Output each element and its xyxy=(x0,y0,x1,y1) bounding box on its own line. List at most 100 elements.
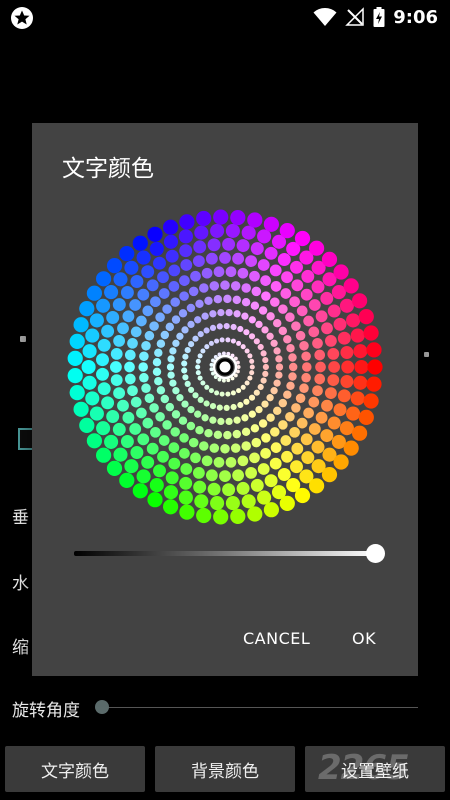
color-dot[interactable] xyxy=(290,460,303,474)
color-dot[interactable] xyxy=(244,348,250,354)
color-dot[interactable] xyxy=(124,373,136,385)
color-dot[interactable] xyxy=(314,373,326,385)
color-dot[interactable] xyxy=(266,413,275,422)
color-dot[interactable] xyxy=(201,312,209,320)
color-dot[interactable] xyxy=(165,249,179,263)
color-dot[interactable] xyxy=(315,411,328,424)
color-dot[interactable] xyxy=(312,337,323,349)
color-dot[interactable] xyxy=(154,376,163,386)
color-dot[interactable] xyxy=(263,216,279,232)
color-dot[interactable] xyxy=(155,312,165,322)
color-dot[interactable] xyxy=(244,380,250,386)
color-dot[interactable] xyxy=(129,299,142,311)
color-dot[interactable] xyxy=(225,223,240,238)
color-dot[interactable] xyxy=(147,226,163,242)
color-dot[interactable] xyxy=(280,288,292,299)
color-dot[interactable] xyxy=(167,371,175,379)
color-dot[interactable] xyxy=(82,344,97,359)
color-dot[interactable] xyxy=(216,404,223,411)
color-dot[interactable] xyxy=(156,386,166,395)
color-dot[interactable] xyxy=(130,396,142,408)
color-dot[interactable] xyxy=(213,294,223,304)
color-dot[interactable] xyxy=(142,417,154,429)
color-dot[interactable] xyxy=(144,330,155,341)
color-dot[interactable] xyxy=(302,362,312,372)
color-dot[interactable] xyxy=(101,324,115,338)
color-dot[interactable] xyxy=(346,406,361,421)
color-dot[interactable] xyxy=(358,409,374,425)
color-dot[interactable] xyxy=(188,437,199,448)
color-dot[interactable] xyxy=(168,281,180,292)
color-dot[interactable] xyxy=(106,460,123,476)
color-dot[interactable] xyxy=(324,387,337,400)
color-dot[interactable] xyxy=(277,468,291,481)
color-dot[interactable] xyxy=(160,394,170,404)
color-dot[interactable] xyxy=(195,364,201,370)
color-dot[interactable] xyxy=(261,433,271,443)
color-dot[interactable] xyxy=(129,423,142,435)
color-dot[interactable] xyxy=(311,280,325,294)
brightness-slider-track[interactable] xyxy=(74,551,376,556)
color-dot[interactable] xyxy=(262,357,269,364)
color-dot[interactable] xyxy=(120,286,134,299)
color-dot[interactable] xyxy=(171,315,181,324)
color-dot[interactable] xyxy=(112,298,126,312)
color-dot[interactable] xyxy=(230,403,237,411)
color-dot[interactable] xyxy=(176,394,184,402)
color-dot[interactable] xyxy=(260,275,271,286)
color-dot[interactable] xyxy=(250,478,264,492)
color-dot[interactable] xyxy=(96,447,112,463)
color-dot[interactable] xyxy=(333,454,349,470)
color-dot[interactable] xyxy=(73,317,89,333)
color-dot[interactable] xyxy=(249,270,260,282)
color-dot[interactable] xyxy=(141,455,155,469)
color-dot[interactable] xyxy=(120,435,134,448)
color-dot[interactable] xyxy=(195,425,204,435)
color-dot[interactable] xyxy=(327,304,341,318)
color-dot[interactable] xyxy=(192,335,199,342)
color-dot[interactable] xyxy=(245,255,258,268)
color-dot[interactable] xyxy=(290,260,303,274)
color-dot[interactable] xyxy=(163,499,179,515)
color-dot[interactable] xyxy=(320,291,334,305)
color-dot[interactable] xyxy=(341,360,355,374)
color-dot[interactable] xyxy=(199,441,209,451)
background-color-button[interactable]: 背景颜色 xyxy=(155,746,295,792)
color-dot[interactable] xyxy=(232,295,242,305)
color-dot[interactable] xyxy=(303,407,314,419)
color-dot[interactable] xyxy=(113,272,128,287)
color-dot[interactable] xyxy=(188,341,195,348)
color-dot[interactable] xyxy=(253,389,260,396)
color-dot[interactable] xyxy=(333,264,349,280)
color-dot[interactable] xyxy=(150,296,161,308)
color-dot[interactable] xyxy=(264,246,278,260)
color-dot[interactable] xyxy=(245,466,258,479)
color-dot[interactable] xyxy=(179,291,189,301)
color-dot[interactable] xyxy=(150,426,161,438)
color-dot[interactable] xyxy=(255,405,263,414)
color-dot[interactable] xyxy=(165,322,175,332)
color-dot[interactable] xyxy=(162,304,172,314)
color-dot[interactable] xyxy=(136,407,147,419)
color-dot[interactable] xyxy=(223,294,232,304)
color-dot[interactable] xyxy=(281,271,293,284)
brightness-slider-thumb[interactable] xyxy=(366,544,385,563)
color-dot[interactable] xyxy=(261,326,269,334)
color-dot[interactable] xyxy=(266,394,274,402)
color-dot[interactable] xyxy=(194,410,202,418)
color-dot[interactable] xyxy=(312,385,323,397)
color-dot[interactable] xyxy=(122,411,135,424)
color-dot[interactable] xyxy=(194,316,202,324)
color-dot[interactable] xyxy=(186,303,196,313)
color-dot[interactable] xyxy=(141,265,155,279)
color-dot[interactable] xyxy=(166,363,175,371)
color-dot[interactable] xyxy=(144,393,155,404)
color-dot[interactable] xyxy=(106,311,120,324)
color-dot[interactable] xyxy=(315,310,328,323)
color-dot[interactable] xyxy=(214,338,220,344)
color-dot[interactable] xyxy=(193,480,207,494)
color-dot[interactable] xyxy=(266,332,274,340)
color-dot[interactable] xyxy=(260,350,267,357)
rotate-slider-thumb[interactable] xyxy=(95,700,109,714)
color-dot[interactable] xyxy=(247,353,253,359)
